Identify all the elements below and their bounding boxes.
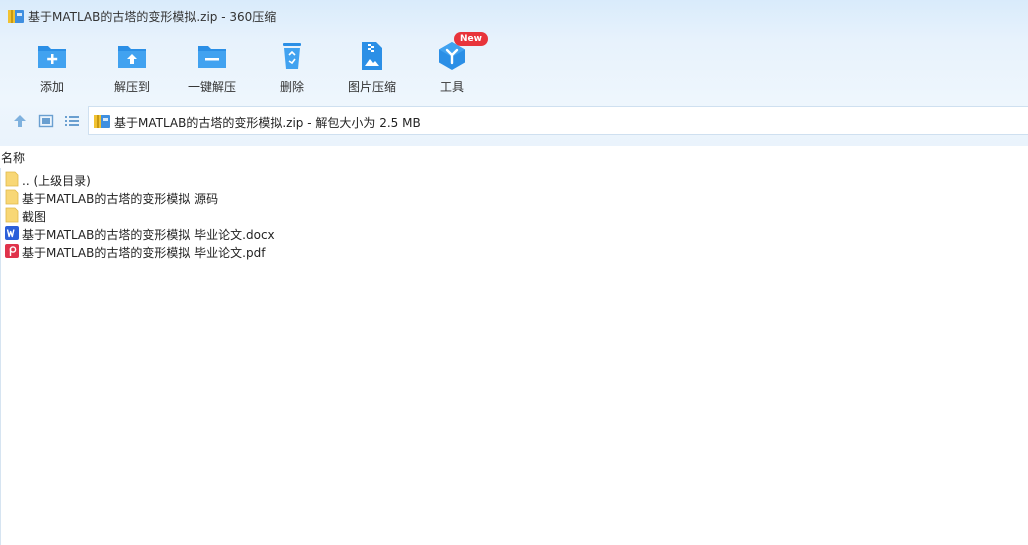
delete-label: 删除 xyxy=(279,80,304,94)
one-click-extract-button[interactable]: 一键解压 xyxy=(175,38,249,98)
file-list: .. (上级目录) 基于MATLAB的古塔的变形模拟 源码 截图 基于MATLA… xyxy=(0,168,1028,545)
title-bar: 基于MATLAB的古塔的变形模拟.zip - 360压缩 xyxy=(0,0,1028,32)
new-badge: New xyxy=(454,32,488,46)
one-click-extract-label: 一键解压 xyxy=(187,80,236,94)
folder-icon xyxy=(5,189,19,205)
extract-to-button[interactable]: 解压到 xyxy=(95,38,169,98)
column-name-header[interactable]: 名称 xyxy=(1,149,25,166)
recycle-bin-icon xyxy=(283,43,301,69)
column-header: 名称 xyxy=(0,146,1028,168)
archive-icon xyxy=(8,10,24,23)
window-title: 基于MATLAB的古塔的变形模拟.zip - 360压缩 xyxy=(28,10,277,24)
image-compress-icon xyxy=(362,42,382,70)
file-name: 基于MATLAB的古塔的变形模拟 毕业论文.docx xyxy=(22,228,275,242)
add-label: 添加 xyxy=(39,80,64,94)
file-name: .. (上级目录) xyxy=(22,174,91,188)
image-compress-button[interactable]: 图片压缩 xyxy=(335,38,409,98)
folder-icon xyxy=(5,171,19,187)
list-item-pdf-file[interactable]: 基于MATLAB的古塔的变形模拟 毕业论文.pdf xyxy=(1,242,501,260)
add-button[interactable]: 添加 xyxy=(15,38,89,98)
tools-button[interactable]: 工具 xyxy=(415,38,489,98)
archive-icon xyxy=(94,115,110,128)
delete-button[interactable]: 删除 xyxy=(255,38,329,98)
header-area: 基于MATLAB的古塔的变形模拟.zip - 360压缩 添加 解压到 一键解压 xyxy=(0,0,1028,146)
one-click-extract-icon xyxy=(198,46,226,68)
list-item-parent-directory[interactable]: .. (上级目录) xyxy=(1,170,501,188)
file-name: 基于MATLAB的古塔的变形模拟 源码 xyxy=(22,192,219,206)
image-compress-label: 图片压缩 xyxy=(347,80,396,94)
extract-folder-icon xyxy=(118,46,146,68)
file-name: 截图 xyxy=(22,210,47,224)
path-text: 基于MATLAB的古塔的变形模拟.zip - 解包大小为 2.5 MB xyxy=(114,116,421,130)
path-bar[interactable]: 基于MATLAB的古塔的变形模拟.zip - 解包大小为 2.5 MB xyxy=(88,106,1028,135)
list-view-icon[interactable] xyxy=(64,113,80,129)
list-item-screenshots-folder[interactable]: 截图 xyxy=(1,206,501,224)
thumbnail-view-icon[interactable] xyxy=(38,113,54,129)
list-item-source-folder[interactable]: 基于MATLAB的古塔的变形模拟 源码 xyxy=(1,188,501,206)
file-name: 基于MATLAB的古塔的变形模拟 毕业论文.pdf xyxy=(22,246,266,260)
extract-to-label: 解压到 xyxy=(113,80,150,94)
tools-label: 工具 xyxy=(439,80,464,94)
add-folder-icon xyxy=(38,46,66,68)
up-arrow-icon[interactable] xyxy=(12,113,28,129)
folder-icon xyxy=(5,207,19,223)
list-item-docx-file[interactable]: 基于MATLAB的古塔的变形模拟 毕业论文.docx xyxy=(1,224,501,242)
word-document-icon xyxy=(5,226,19,240)
pdf-document-icon xyxy=(5,244,19,258)
